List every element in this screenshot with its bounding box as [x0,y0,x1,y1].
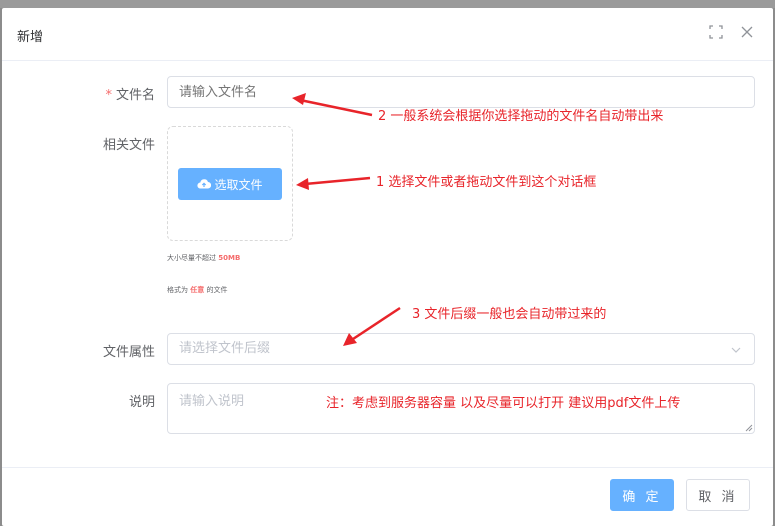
annotation-2: 2 一般系统会根据你选择拖动的文件名自动带出来 [378,109,664,124]
select-file-button[interactable]: 选取文件 [178,168,282,200]
size-tip: 大小尽量不超过 50MB [167,254,241,262]
format-tip: 格式为 任意 的文件 [167,286,228,294]
cancel-button[interactable]: 取 消 [686,479,750,511]
select-file-label: 选取文件 [214,177,263,192]
background-table-strip [0,0,775,8]
annotation-1: 1 选择文件或者拖动文件到这个对话框 [376,175,597,190]
filename-input[interactable] [167,76,755,108]
footer-divider [2,467,773,468]
description-label: 说明 [128,395,155,410]
annotation-3: 3 文件后缀一般也会自动带过来的 [412,307,607,322]
required-mark: * [105,88,112,103]
fullscreen-icon[interactable] [708,24,724,40]
description-placeholder: 请输入说明 [179,394,245,409]
resize-handle-icon[interactable] [745,424,753,432]
cloud-upload-icon [197,179,212,189]
close-icon[interactable] [739,24,755,40]
confirm-button[interactable]: 确 定 [610,479,674,511]
file-suffix-placeholder: 请选择文件后缀 [179,341,271,356]
file-suffix-select[interactable]: 请选择文件后缀 [167,333,755,365]
annotation-note: 注：考虑到服务器容量 以及尽量可以打开 建议用pdf文件上传 [326,396,681,411]
chevron-down-icon [731,347,741,353]
dialog-header: 新增 [2,8,773,61]
file-attr-label: 文件属性 [102,345,155,360]
related-file-label: 相关文件 [102,138,155,153]
add-dialog: 新增 *文件名 相关文件 选取文件 大小尽量不超过 50MB 格式为 任意 的文… [2,8,773,526]
filename-label: * 文件名 [105,88,155,103]
upload-drop-area[interactable]: 选取文件 [167,126,293,241]
dialog-title: 新增 [17,30,44,45]
